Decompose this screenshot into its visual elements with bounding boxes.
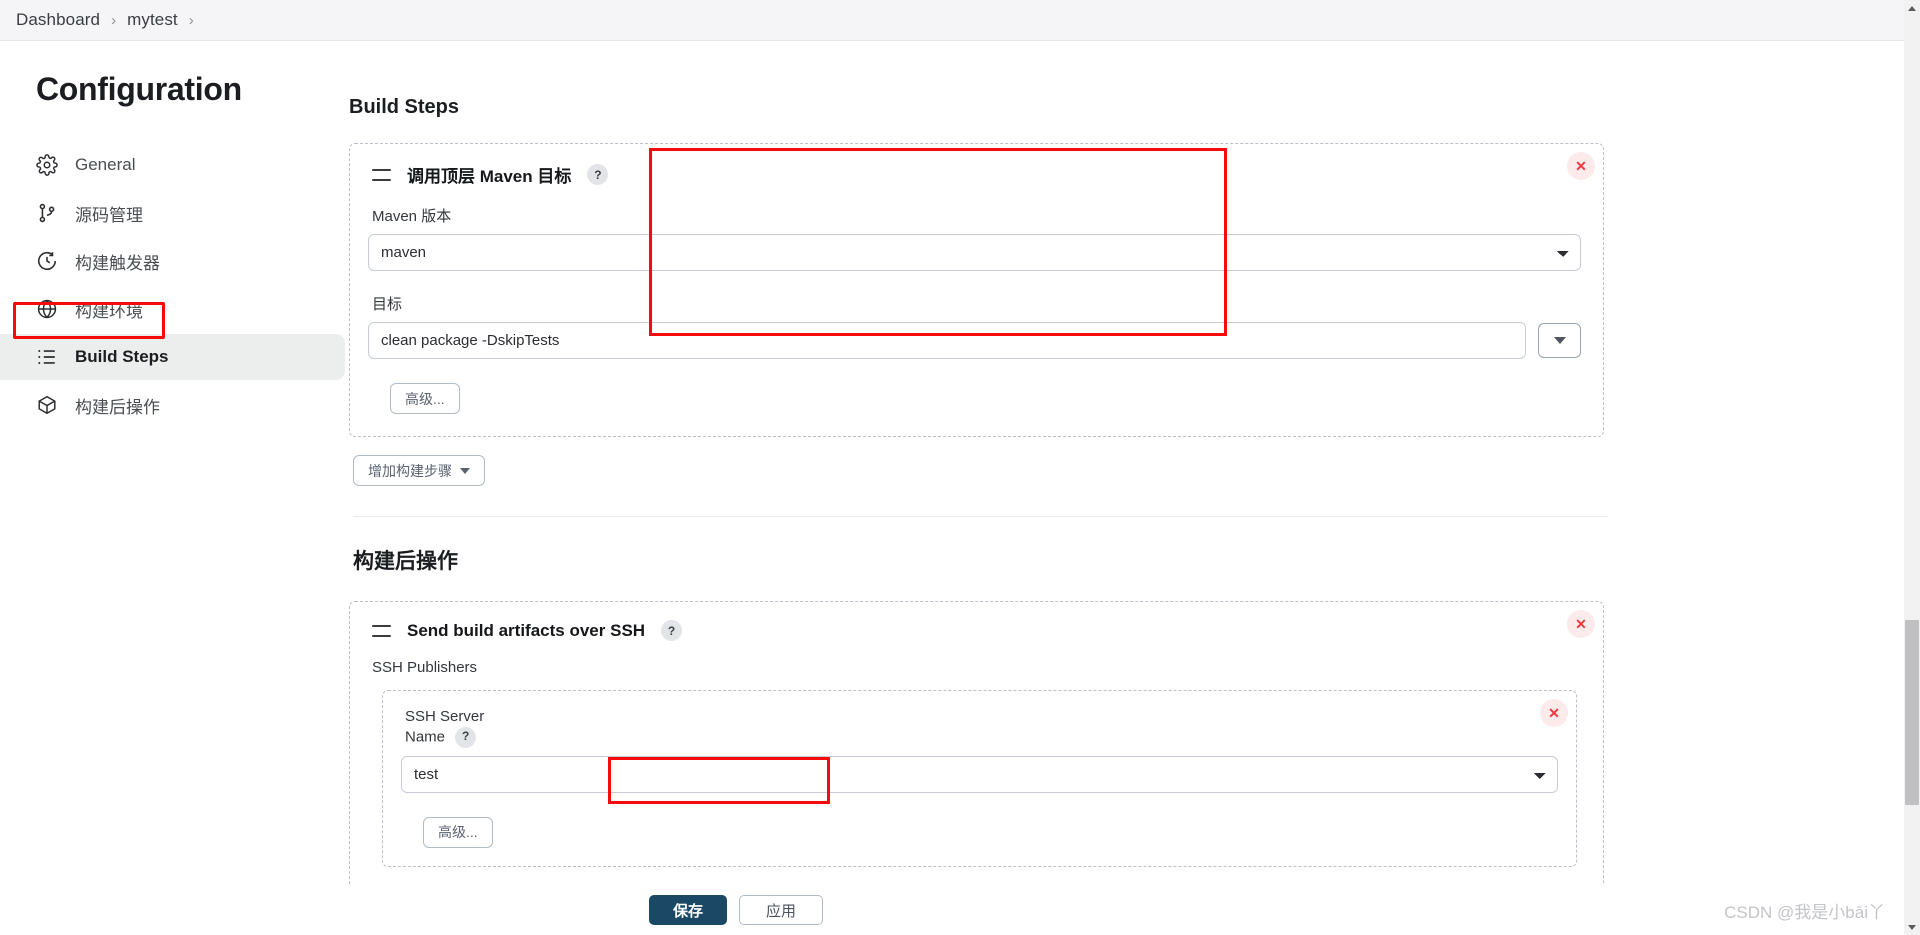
scrollbar-up-arrow[interactable] xyxy=(1904,0,1920,16)
chevron-right-icon: › xyxy=(188,11,194,29)
main-content: Build Steps ✕ 调用顶层 Maven 目标 ? Maven 版本 m… xyxy=(345,41,1920,935)
drag-handle-icon[interactable] xyxy=(372,624,391,637)
gear-icon xyxy=(36,154,58,176)
apply-button[interactable]: 应用 xyxy=(739,895,824,925)
scrollbar-down-arrow[interactable] xyxy=(1904,919,1920,935)
maven-version-label: Maven 版本 xyxy=(372,208,452,225)
globe-icon xyxy=(36,298,58,320)
package-icon xyxy=(36,394,58,416)
sidebar-item-build-triggers[interactable]: 构建触发器 xyxy=(0,238,345,284)
build-steps-section: ✕ 调用顶层 Maven 目标 ? Maven 版本 maven 目标 高级..… xyxy=(349,143,1608,890)
sidebar-item-label: Build Steps xyxy=(75,347,169,366)
drag-handle-icon[interactable] xyxy=(372,168,391,181)
add-build-step-label: 增加构建步骤 xyxy=(368,462,452,479)
build-steps-heading: Build Steps xyxy=(349,96,460,118)
maven-goals-label: 目标 xyxy=(372,296,403,313)
maven-advanced-wrap: 高级... xyxy=(390,383,1581,414)
list-icon xyxy=(36,346,58,368)
help-icon[interactable]: ? xyxy=(661,620,683,641)
add-build-step-wrap: 增加构建步骤 xyxy=(353,455,1604,486)
post-build-heading: 构建后操作 xyxy=(353,550,458,573)
build-step-header: 调用顶层 Maven 目标 ? xyxy=(368,162,1581,187)
post-build-step-title: Send build artifacts over SSH xyxy=(407,620,646,640)
chevron-down-icon xyxy=(1553,337,1566,344)
chevron-right-icon: › xyxy=(111,11,117,29)
breadcrumb-item-mytest[interactable]: mytest xyxy=(127,10,178,30)
sidebar-item-general[interactable]: General xyxy=(0,142,345,188)
ssh-server-name-label-line1: SSH Server xyxy=(405,708,485,725)
ssh-advanced-button[interactable]: 高级... xyxy=(423,816,493,848)
ssh-server-name-label: SSH Server Name ? xyxy=(405,707,1558,748)
chevron-down-icon xyxy=(460,467,470,474)
ssh-advanced-wrap: 高级... xyxy=(423,816,1558,848)
breadcrumb: Dashboard › mytest › xyxy=(0,0,1920,41)
branch-icon xyxy=(36,202,58,224)
scrollbar[interactable] xyxy=(1904,0,1920,935)
sidebar-item-label: 源码管理 xyxy=(75,205,143,225)
sidebar-item-source-control[interactable]: 源码管理 xyxy=(0,190,345,236)
maven-version-select[interactable]: maven xyxy=(368,234,1581,271)
delete-build-step-button[interactable]: ✕ xyxy=(1567,152,1595,180)
page-body: Configuration General 源码管理 构建触发器 构建环境 Bu… xyxy=(0,41,1920,935)
sidebar-item-label: General xyxy=(75,155,136,174)
delete-ssh-server-button[interactable]: ✕ xyxy=(1540,699,1568,727)
save-bar: 保存 应用 xyxy=(345,885,1920,935)
maven-goals-dropdown-button[interactable] xyxy=(1538,323,1581,358)
help-icon[interactable]: ? xyxy=(587,164,609,185)
page-title: Configuration xyxy=(36,71,242,107)
help-icon[interactable]: ? xyxy=(455,726,477,748)
sidebar-item-build-steps[interactable]: Build Steps xyxy=(0,334,345,380)
sidebar: Configuration General 源码管理 构建触发器 构建环境 Bu… xyxy=(0,41,345,935)
watermark: CSDN @我是小bāi丫 xyxy=(1724,903,1885,922)
ssh-server-name-select[interactable]: test xyxy=(401,755,1558,793)
sidebar-item-post-build-actions[interactable]: 构建后操作 xyxy=(0,382,345,428)
ssh-server-name-label-line2: Name xyxy=(405,728,446,746)
build-step-title: 调用顶层 Maven 目标 xyxy=(407,167,572,186)
post-build-step-ssh: ✕ Send build artifacts over SSH ? SSH Pu… xyxy=(349,601,1604,890)
sidebar-item-build-environment[interactable]: 构建环境 xyxy=(0,286,345,332)
post-build-step-header: Send build artifacts over SSH ? xyxy=(368,620,1581,641)
sidebar-item-label: 构建后操作 xyxy=(75,397,160,417)
delete-post-build-step-button[interactable]: ✕ xyxy=(1567,610,1595,638)
maven-goals-row xyxy=(368,322,1581,359)
sidebar-item-label: 构建触发器 xyxy=(75,253,160,273)
clock-icon xyxy=(36,250,58,272)
sidebar-item-label: 构建环境 xyxy=(75,301,143,321)
section-divider xyxy=(353,516,1608,517)
breadcrumb-item-dashboard[interactable]: Dashboard xyxy=(16,10,100,30)
ssh-publishers-label: SSH Publishers xyxy=(372,659,478,676)
ssh-server-box: ✕ SSH Server Name ? test 高级... xyxy=(382,690,1577,867)
scrollbar-thumb[interactable] xyxy=(1905,620,1919,805)
build-step-maven: ✕ 调用顶层 Maven 目标 ? Maven 版本 maven 目标 高级..… xyxy=(349,143,1604,437)
save-button[interactable]: 保存 xyxy=(649,895,728,925)
advanced-button[interactable]: 高级... xyxy=(390,383,460,414)
add-build-step-button[interactable]: 增加构建步骤 xyxy=(353,455,485,486)
maven-goals-input[interactable] xyxy=(368,322,1526,359)
